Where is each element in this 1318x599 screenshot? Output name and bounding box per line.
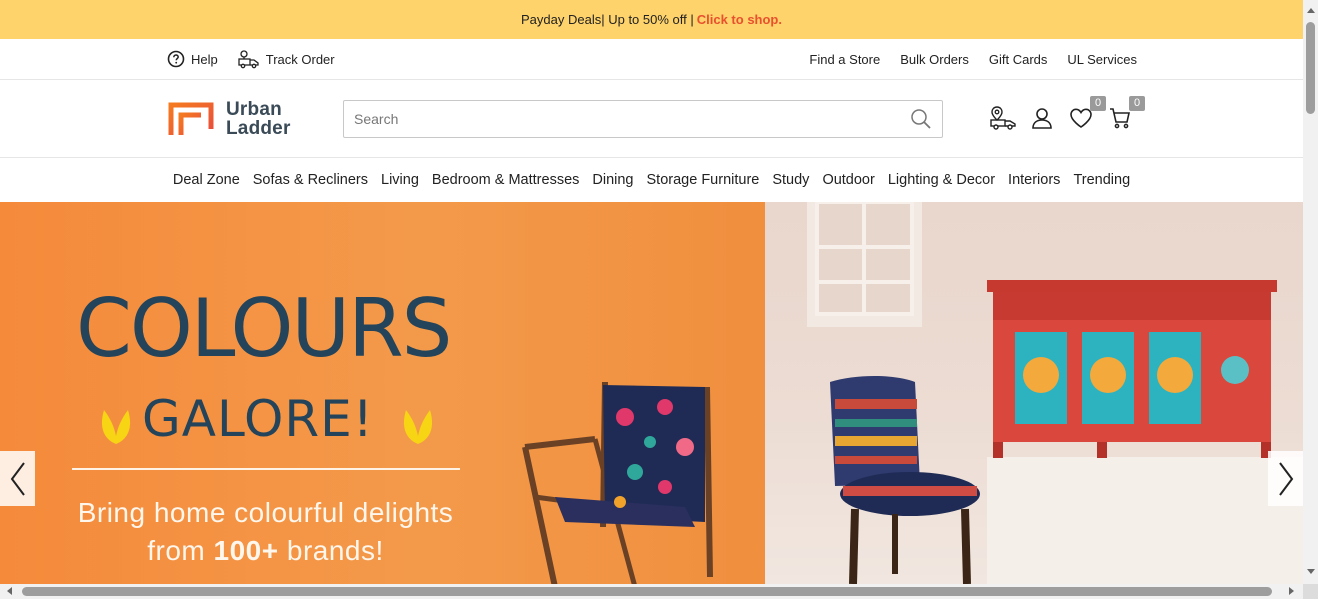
promo-cta-link[interactable]: Click to shop. [697,12,782,27]
hero-tagline-line-2: from 100+ brands! [147,535,384,566]
scroll-right-arrow-icon[interactable] [1289,587,1294,595]
search-bar [343,100,943,138]
track-order-link[interactable]: Track Order [238,49,335,69]
help-label: Help [191,51,218,67]
urban-ladder-logo[interactable]: Urban Ladder [167,100,343,138]
hero-divider [72,468,460,470]
store-locator-icon [990,106,1016,130]
help-circle-icon [167,50,185,68]
scroll-left-arrow-icon[interactable] [7,587,12,595]
promo-text: Payday Deals| Up to 50% off | [521,12,694,27]
hero-tagline-line-1: Bring home colourful delights [77,497,454,528]
vertical-scrollbar[interactable] [1303,0,1318,584]
window-image [807,202,922,327]
right-sprout-icon [403,410,433,444]
nav-interiors[interactable]: Interiors [1008,172,1060,188]
patterned-chair-image [830,376,980,584]
cart-button[interactable]: 0 [1106,96,1145,132]
ul-services-link[interactable]: UL Services [1067,52,1137,67]
horizontal-scrollbar[interactable] [0,584,1303,599]
account-button[interactable] [1028,104,1056,132]
store-locator-button[interactable] [989,104,1017,132]
search-icon[interactable] [910,108,932,130]
category-nav: Deal Zone Sofas & Recliners Living Bedro… [0,158,1303,201]
logo-line-1: Urban [226,98,282,120]
nav-dining[interactable]: Dining [592,172,633,188]
nav-living[interactable]: Living [381,172,419,188]
utility-left-links: Help Track Order [167,49,355,69]
nav-deal-zone[interactable]: Deal Zone [173,172,240,188]
scrollbar-corner [1303,584,1318,599]
user-icon [1032,108,1052,129]
page-viewport: Payday Deals| Up to 50% off | Click to s… [0,0,1303,584]
main-header: Urban Ladder Search 0 0 [0,80,1303,158]
chevron-right-icon [1278,461,1293,496]
carousel-prev-button[interactable] [0,451,35,506]
nav-sofas-recliners[interactable]: Sofas & Recliners [253,172,368,188]
hero-left-panel: COLOURS GALORE! Bring home colourful del… [0,202,765,584]
hero-right-panel [765,202,1303,584]
carousel-next-button[interactable] [1268,451,1303,506]
scroll-up-arrow-icon[interactable] [1307,8,1315,13]
chevron-left-icon [10,461,25,496]
logo-line-2: Ladder [226,117,291,139]
cart-count-badge: 0 [1129,96,1145,111]
logo-mark-icon [168,102,214,135]
hero-tagline: Bring home colourful delights from 100+ … [58,494,473,570]
left-sprout-icon [101,410,131,444]
nav-outdoor[interactable]: Outdoor [822,172,874,188]
header-actions: 0 0 [989,96,1145,132]
heart-icon [1070,108,1092,128]
folding-chair-image [522,381,713,584]
vertical-scroll-thumb[interactable] [1306,22,1315,114]
track-order-label: Track Order [265,51,335,67]
nav-storage-furniture[interactable]: Storage Furniture [647,172,760,188]
gift-cards-link[interactable]: Gift Cards [989,52,1048,67]
find-store-link[interactable]: Find a Store [809,52,880,67]
bulk-orders-link[interactable]: Bulk Orders [900,52,969,67]
nav-lighting-decor[interactable]: Lighting & Decor [888,172,995,188]
promo-bar: Payday Deals| Up to 50% off | Click to s… [0,0,1303,39]
nav-study[interactable]: Study [772,172,809,188]
hero-banner[interactable]: COLOURS GALORE! Bring home colourful del… [0,202,1303,584]
utility-bar: Help Track Order Find a Store Bulk Order… [0,39,1303,80]
utility-right-links: Find a Store Bulk Orders Gift Cards UL S… [789,52,1137,67]
scroll-down-arrow-icon[interactable] [1307,569,1315,574]
display-pedestal [987,457,1303,584]
painted-cabinet-image [987,280,1277,458]
help-link[interactable]: Help [167,50,218,68]
wishlist-button[interactable]: 0 [1067,96,1106,132]
nav-bedroom-mattresses[interactable]: Bedroom & Mattresses [432,172,579,188]
truck-icon [238,50,259,69]
hero-subtitle: GALORE! [142,390,374,448]
wishlist-count-badge: 0 [1090,96,1106,111]
hero-title: COLOURS [76,282,452,375]
logo-wordmark: Urban Ladder [226,100,291,138]
search-input[interactable] [354,111,910,127]
nav-trending[interactable]: Trending [1073,172,1130,188]
horizontal-scroll-thumb[interactable] [22,587,1272,596]
